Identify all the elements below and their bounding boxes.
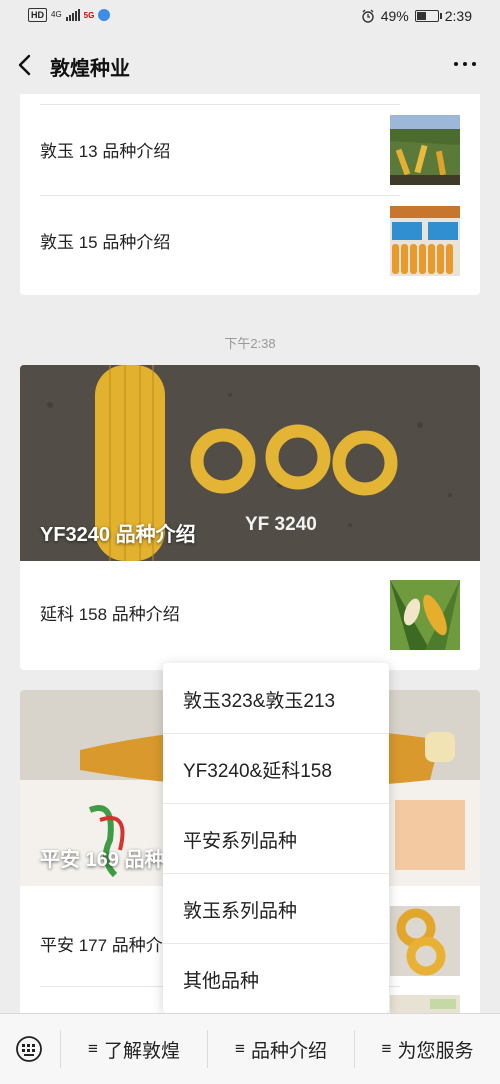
menu-lines-icon: ≡ [88,1039,98,1058]
article-title: 延科 158 品种介绍 [40,605,180,624]
more-dots-icon[interactable] [454,62,476,66]
menu-item-label: 其他品种 [183,971,260,992]
article-hero-title: YF3240 品种介绍 [40,524,196,546]
variety-popup-menu: 敦玉323&敦玉213 YF3240&延科158 平安系列品种 敦玉系列品种 其… [163,663,389,1013]
menu-item-other-varieties[interactable]: 其他品种 [163,943,389,1013]
corn-cobs-thumbnail [390,206,460,276]
menu-about-dunhuang[interactable]: ≡ 了解敦煌 [61,1014,207,1084]
corn-plant-thumbnail [390,580,460,650]
article-title: 平安 177 品种介绍 [40,936,180,955]
bottom-menu-bar: ≡ 了解敦煌 ≡ 品种介绍 ≡ 为您服务 [0,1013,500,1084]
menu-item-label: 敦玉系列品种 [183,901,298,922]
article-title: 敦玉 15 品种介绍 [40,233,171,252]
menu-label: 了解敦煌 [103,1040,180,1062]
keyboard-icon[interactable] [14,1036,44,1062]
menu-item-label: YF3240&延科158 [183,761,332,782]
status-right: 49% 2:39 [361,8,472,24]
article-hero-yf3240[interactable]: YF 3240 YF3240 品种介绍 [20,365,480,561]
status-bar: HD 4G 5G 49% 2:39 [0,0,500,36]
app-notification-icon [98,9,111,21]
page-title: 敦煌种业 [50,58,130,80]
article-row-yanke158[interactable]: 延科 158 品种介绍 [20,570,480,660]
menu-item-dunyu323-213[interactable]: 敦玉323&敦玉213 [163,663,389,733]
menu-lines-icon: ≡ [235,1039,245,1058]
article-card-1: 敦玉 13 品种介绍 敦玉 15 品种介绍 [20,94,480,295]
signal-icon [65,9,80,21]
article-row-dunyu13[interactable]: 敦玉 13 品种介绍 [20,105,480,195]
menu-item-label: 平安系列品种 [183,831,298,852]
corn-field-thumbnail [390,115,460,185]
hd-badge: HD [28,8,47,22]
menu-item-pingan-series[interactable]: 平安系列品种 [163,803,389,873]
corn-slices-thumbnail [390,906,460,976]
menu-services[interactable]: ≡ 为您服务 [355,1014,500,1084]
article-card-2: YF 3240 YF3240 品种介绍 延科 158 品种介绍 [20,365,480,670]
status-indicators: HD 4G 5G [28,8,111,22]
battery-icon [414,10,442,22]
chevron-left-icon[interactable] [14,52,38,78]
alarm-icon [362,9,374,23]
menu-label: 为您服务 [397,1040,474,1062]
article-row-dunyu15[interactable]: 敦玉 15 品种介绍 [20,196,480,286]
message-timestamp: 下午2:38 [224,336,276,351]
network-type: 4G [51,10,62,19]
menu-lines-icon: ≡ [381,1039,392,1058]
clock: 2:39 [444,8,472,24]
nav-bar: 敦煌种业 [0,36,500,94]
menu-item-dunyu-series[interactable]: 敦玉系列品种 [163,873,389,943]
article-title: 敦玉 13 品种介绍 [40,142,171,161]
hero-image-caption: YF 3240 [245,514,317,535]
menu-item-label: 敦玉323&敦玉213 [183,691,336,712]
menu-variety-intro[interactable]: ≡ 品种介绍 [208,1014,354,1084]
menu-item-yf3240-yanke158[interactable]: YF3240&延科158 [163,733,389,803]
battery-percent: 49% [380,8,409,24]
5g-badge: 5G [83,10,95,20]
menu-label: 品种介绍 [250,1040,327,1062]
